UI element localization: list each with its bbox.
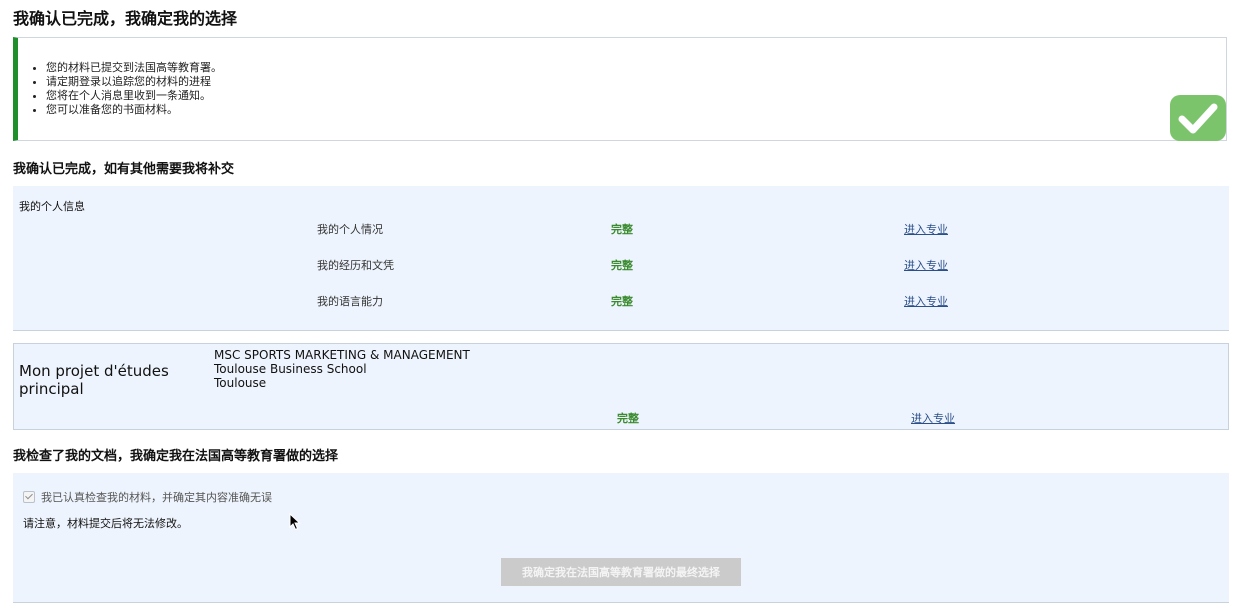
confirmation-box: 您的材料已提交到法国高等教育署。 请定期登录以追踪您的材料的进程 您将在个人消息… (13, 37, 1227, 141)
personal-info-panel: 我的个人信息 我的个人情况 完整 进入专业 我的经历和文凭 完整 进入专业 我的… (13, 186, 1229, 331)
status-badge: 完整 (611, 259, 633, 272)
cursor-icon (289, 513, 301, 531)
final-confirm-button[interactable]: 我确定我在法国高等教育署做的最终选择 (501, 558, 741, 586)
review-checkbox-row[interactable]: 我已认真检查我的材料，并确定其内容准确无误 (23, 489, 272, 505)
status-row-language: 我的语言能力 完整 进入专业 (13, 293, 1229, 311)
confirmation-item: 您的材料已提交到法国高等教育署。 (46, 61, 222, 75)
check-icon (1170, 95, 1226, 141)
page: 我确认已完成，我确定我的选择 您的材料已提交到法国高等教育署。 请定期登录以追踪… (0, 0, 1234, 615)
personal-info-title: 我的个人信息 (19, 200, 85, 213)
enter-link-personal[interactable]: 进入专业 (904, 221, 948, 237)
status-badge: 完整 (611, 223, 633, 236)
notice-text: 请注意，材料提交后将无法修改。 (23, 517, 188, 530)
review-checkbox[interactable] (23, 491, 35, 503)
final-panel: 我已认真检查我的材料，并确定其内容准确无误 请注意，材料提交后将无法修改。 我确… (13, 473, 1229, 603)
confirmation-item: 请定期登录以追踪您的材料的进程 (46, 75, 222, 89)
confirmation-item: 您可以准备您的书面材料。 (46, 103, 222, 117)
enter-link-experience[interactable]: 进入专业 (904, 257, 948, 273)
project-title: Mon projet d'études principal (19, 362, 169, 398)
city-name: Toulouse (214, 376, 267, 390)
page-title: 我确认已完成，我确定我的选择 (13, 9, 238, 28)
row-label: 我的个人情况 (317, 223, 383, 236)
enter-link-language[interactable]: 进入专业 (904, 293, 948, 309)
school-name: Toulouse Business School (214, 362, 367, 376)
enter-link-project[interactable]: 进入专业 (911, 410, 955, 426)
confirmation-item: 您将在个人消息里收到一条通知。 (46, 89, 222, 103)
final-heading: 我检查了我的文档，我确定我在法国高等教育署做的选择 (13, 449, 339, 464)
confirmation-list: 您的材料已提交到法国高等教育署。 请定期登录以追踪您的材料的进程 您将在个人消息… (22, 61, 222, 117)
project-details: MSC SPORTS MARKETING & MANAGEMENT Toulou… (214, 348, 470, 390)
row-label: 我的语言能力 (317, 295, 383, 308)
project-panel: Mon projet d'études principal MSC SPORTS… (13, 343, 1229, 430)
row-label: 我的经历和文凭 (317, 259, 394, 272)
review-checkbox-label: 我已认真检查我的材料，并确定其内容准确无误 (41, 491, 272, 504)
status-row-personal: 我的个人情况 完整 进入专业 (13, 221, 1229, 239)
status-row-experience: 我的经历和文凭 完整 进入专业 (13, 257, 1229, 275)
completion-heading: 我确认已完成，如有其他需要我将补交 (13, 162, 235, 177)
status-badge: 完整 (617, 412, 639, 425)
status-badge: 完整 (611, 295, 633, 308)
program-name: MSC SPORTS MARKETING & MANAGEMENT (214, 348, 470, 362)
